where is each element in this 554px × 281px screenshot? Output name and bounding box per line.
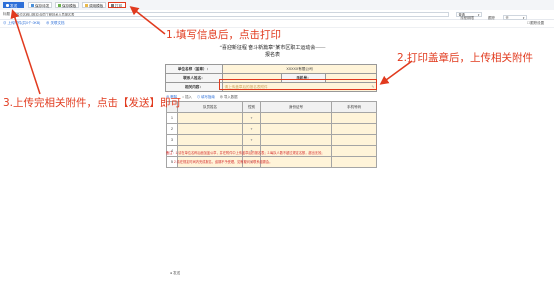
arrow-to-print	[129, 6, 166, 35]
annotation-arrows	[10, 6, 413, 95]
arrow-to-send	[10, 9, 41, 95]
arrow-to-attachment	[379, 60, 413, 85]
